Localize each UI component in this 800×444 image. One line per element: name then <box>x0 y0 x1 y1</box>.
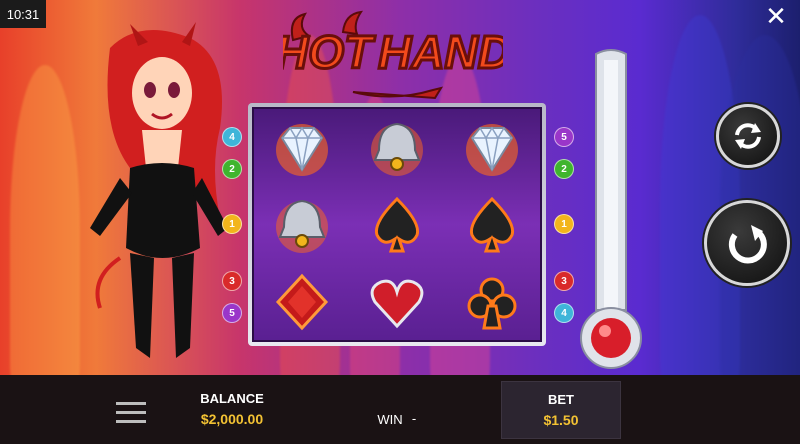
bell-icon <box>370 122 423 176</box>
payline-marker-right: 2 <box>554 159 574 179</box>
spin-button[interactable] <box>704 200 790 286</box>
win-label: WIN <box>377 412 403 427</box>
win-value: - <box>411 411 417 426</box>
reel-grid <box>252 107 542 342</box>
payline-marker-left: 4 <box>222 127 242 147</box>
reel-cell-heart <box>349 263 444 340</box>
reel-cell-spade <box>349 186 444 263</box>
bottom-bar: BALANCE $2,000.00 WIN - BET $1.50 <box>0 375 800 444</box>
payline-marker-right: 1 <box>554 214 574 234</box>
spade-icon <box>374 196 420 252</box>
spin-icon <box>728 225 767 264</box>
autoplay-icon <box>735 123 761 149</box>
logo-tail <box>352 86 444 100</box>
reel-cell-diamond-suit <box>254 263 349 340</box>
autoplay-button[interactable] <box>716 104 780 168</box>
logo-word-hot: HOT <box>283 26 376 78</box>
reel-cell-bell <box>349 109 444 186</box>
reel-cell-club <box>445 263 540 340</box>
payline-marker-right: 5 <box>554 127 574 147</box>
menu-icon[interactable] <box>116 402 146 423</box>
bell-icon <box>275 199 328 253</box>
game-logo: HOT HAND <box>283 10 503 100</box>
reel-cell-spade <box>445 186 540 263</box>
balance-label: BALANCE <box>200 391 264 406</box>
payline-marker-left: 2 <box>222 159 242 179</box>
diamond-suit-icon <box>275 273 328 330</box>
reel-frame <box>248 103 546 346</box>
diamond-gem-icon <box>275 123 328 176</box>
payline-marker-left: 5 <box>222 303 242 323</box>
svg-text:HOTHAND: HOT HAND <box>283 26 503 78</box>
balance-value: $2,000.00 <box>200 411 264 427</box>
diamond-gem-icon <box>466 123 519 176</box>
heat-thermometer <box>580 49 642 369</box>
devil-character <box>90 22 228 358</box>
reel-cell-diamond <box>445 109 540 186</box>
reel-cell-bell <box>254 186 349 263</box>
logo-word-hand: HAND <box>378 26 503 78</box>
bet-value: $1.50 <box>543 412 579 428</box>
payline-marker-right: 3 <box>554 271 574 291</box>
spade-icon <box>470 196 515 252</box>
bet-selector[interactable]: BET $1.50 <box>501 381 621 439</box>
bet-label: BET <box>548 392 574 407</box>
payline-marker-right: 4 <box>554 303 574 323</box>
close-icon[interactable]: ✕ <box>764 4 788 30</box>
club-icon <box>467 277 517 329</box>
status-time: 10:31 <box>0 0 46 28</box>
reel-cell-diamond <box>254 109 349 186</box>
heart-icon <box>370 279 424 328</box>
payline-marker-left: 1 <box>222 214 242 234</box>
payline-marker-left: 3 <box>222 271 242 291</box>
